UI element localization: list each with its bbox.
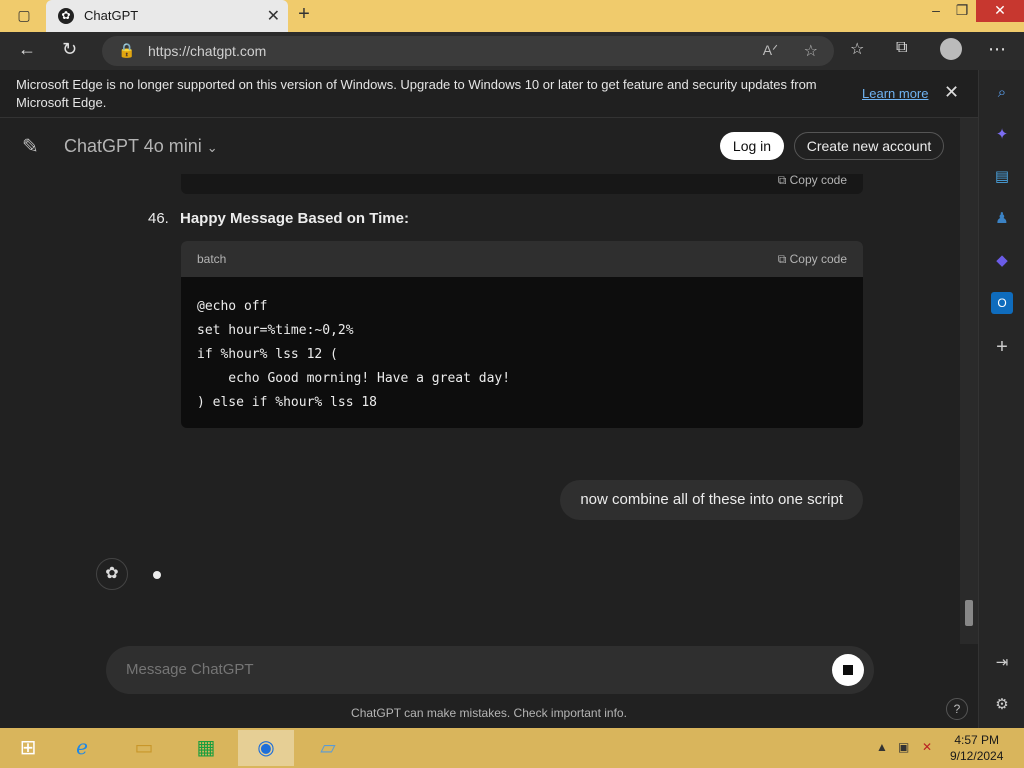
url-field[interactable]: 🔒 https://chatgpt.com Aᐟ ☆ bbox=[102, 36, 834, 66]
close-icon[interactable]: ✕ bbox=[944, 82, 959, 103]
browser-tab[interactable]: ✿ ChatGPT ✕ bbox=[46, 0, 288, 32]
list-item-title: Happy Message Based on Time: bbox=[180, 210, 409, 227]
user-message: now combine all of these into one script bbox=[560, 480, 863, 520]
refresh-icon[interactable]: ↻ bbox=[62, 39, 77, 60]
model-name: ChatGPT 4o mini bbox=[64, 136, 202, 156]
app-icon[interactable]: ▱ bbox=[300, 730, 356, 766]
tray-expand-icon[interactable]: ▲ bbox=[876, 740, 888, 754]
typing-indicator bbox=[153, 571, 161, 579]
search-icon[interactable]: ⌕ bbox=[991, 82, 1013, 104]
network-icon[interactable]: ▣ bbox=[898, 740, 909, 754]
shopping-icon[interactable]: ▤ bbox=[991, 166, 1013, 188]
copy-icon: ⧉ bbox=[777, 252, 787, 266]
copilot-icon[interactable]: ✦ bbox=[991, 124, 1013, 146]
restore-icon[interactable]: ❐ bbox=[946, 0, 978, 22]
url-text: https://chatgpt.com bbox=[148, 43, 267, 59]
tab-title: ChatGPT bbox=[84, 8, 139, 23]
copy-icon: ⧉ bbox=[777, 174, 787, 187]
banner-text: Microsoft Edge is no longer supported on… bbox=[16, 77, 817, 110]
help-button[interactable]: ? bbox=[946, 698, 968, 720]
scrollbar[interactable] bbox=[960, 118, 978, 644]
chevron-down-icon: ⌄ bbox=[206, 140, 218, 155]
scrollbar-thumb[interactable] bbox=[965, 600, 973, 626]
chatgpt-favicon-icon: ✿ bbox=[58, 8, 74, 24]
unsupported-banner: Microsoft Edge is no longer supported on… bbox=[0, 70, 978, 118]
code-header: batch ⧉ Copy code bbox=[181, 241, 863, 277]
windows-start-icon[interactable]: ⊞ bbox=[0, 730, 56, 766]
previous-code-block: ⧉ Copy code bbox=[181, 174, 863, 194]
games-icon[interactable]: ♟ bbox=[991, 208, 1013, 230]
window-close-icon[interactable]: ✕ bbox=[976, 0, 1024, 22]
profile-icon[interactable] bbox=[940, 38, 962, 60]
copy-code-button[interactable]: ⧉ Copy code bbox=[778, 252, 847, 267]
clock-date: 9/12/2024 bbox=[950, 749, 1004, 763]
create-account-button[interactable]: Create new account bbox=[794, 132, 944, 160]
file-explorer-icon[interactable]: ▭ bbox=[116, 730, 172, 766]
outlook-icon[interactable]: O bbox=[991, 292, 1013, 314]
copy-code-button[interactable]: ⧉ Copy code bbox=[778, 174, 847, 188]
chatgpt-header: ✎ ChatGPT 4o mini ⌄ Log in Create new ac… bbox=[0, 118, 960, 174]
composer bbox=[106, 646, 874, 694]
settings-icon[interactable]: ⚙ bbox=[991, 694, 1013, 716]
read-aloud-icon[interactable]: Aᐟ bbox=[763, 42, 778, 59]
code-language: batch bbox=[197, 252, 227, 266]
edge-copilot-icon[interactable]: ◆ bbox=[991, 250, 1013, 272]
clock-time: 4:57 PM bbox=[954, 733, 1000, 747]
address-bar: ← ↻ 🔒 https://chatgpt.com Aᐟ ☆ ☆ ⧉ ⋯ bbox=[0, 32, 1024, 70]
back-icon[interactable]: ← bbox=[18, 39, 36, 60]
list-number: 46. bbox=[148, 210, 169, 227]
lock-icon: 🔒 bbox=[118, 42, 136, 58]
clock[interactable]: 4:57 PM 9/12/2024 bbox=[950, 732, 1003, 764]
code-content: @echo off set hour=%time:~0,2% if %hour%… bbox=[197, 299, 511, 410]
message-input[interactable] bbox=[126, 661, 726, 678]
volume-icon[interactable]: ✕ bbox=[922, 740, 932, 754]
ie-icon[interactable]: ℯ bbox=[54, 730, 110, 766]
edge-sidebar: ⌕ ✦ ▤ ♟ ◆ O + ⇥ ⚙ bbox=[978, 70, 1024, 728]
stop-button[interactable] bbox=[832, 654, 864, 686]
model-selector[interactable]: ChatGPT 4o mini ⌄ bbox=[64, 136, 218, 157]
disclaimer: ChatGPT can make mistakes. Check importa… bbox=[351, 706, 627, 720]
edge-icon[interactable]: ◉ bbox=[238, 730, 294, 766]
split-screen-icon[interactable]: ⇥ bbox=[991, 652, 1013, 674]
favorites-icon[interactable]: ☆ bbox=[850, 39, 864, 59]
stop-icon bbox=[843, 665, 853, 675]
learn-more-link[interactable]: Learn more bbox=[862, 86, 928, 101]
sidebar-toggle-icon[interactable]: ▢ bbox=[8, 5, 40, 27]
login-button[interactable]: Log in bbox=[720, 132, 784, 160]
collections-icon[interactable]: ⧉ bbox=[896, 39, 907, 57]
new-tab-icon[interactable]: + bbox=[288, 4, 320, 26]
code-block: batch ⧉ Copy code @echo off set hour=%ti… bbox=[181, 241, 863, 428]
browser-titlebar: ▢ ✿ ChatGPT ✕ + – ❐ ✕ bbox=[0, 0, 1024, 32]
windows-taskbar: ⊞ ℯ ▭ ▦ ◉ ▱ ▲ ▣ ✕ 4:57 PM 9/12/2024 bbox=[0, 728, 1024, 768]
add-favorite-icon[interactable]: ☆ bbox=[804, 41, 818, 61]
close-icon[interactable]: ✕ bbox=[267, 6, 280, 26]
more-icon[interactable]: ⋯ bbox=[988, 39, 1006, 60]
add-icon[interactable]: + bbox=[991, 336, 1013, 358]
openai-icon: ✿ bbox=[96, 558, 128, 590]
chat-area: ⧉ Copy code 46. Happy Message Based on T… bbox=[0, 174, 960, 644]
store-icon[interactable]: ▦ bbox=[178, 730, 234, 766]
edit-icon[interactable]: ✎ bbox=[22, 134, 39, 159]
